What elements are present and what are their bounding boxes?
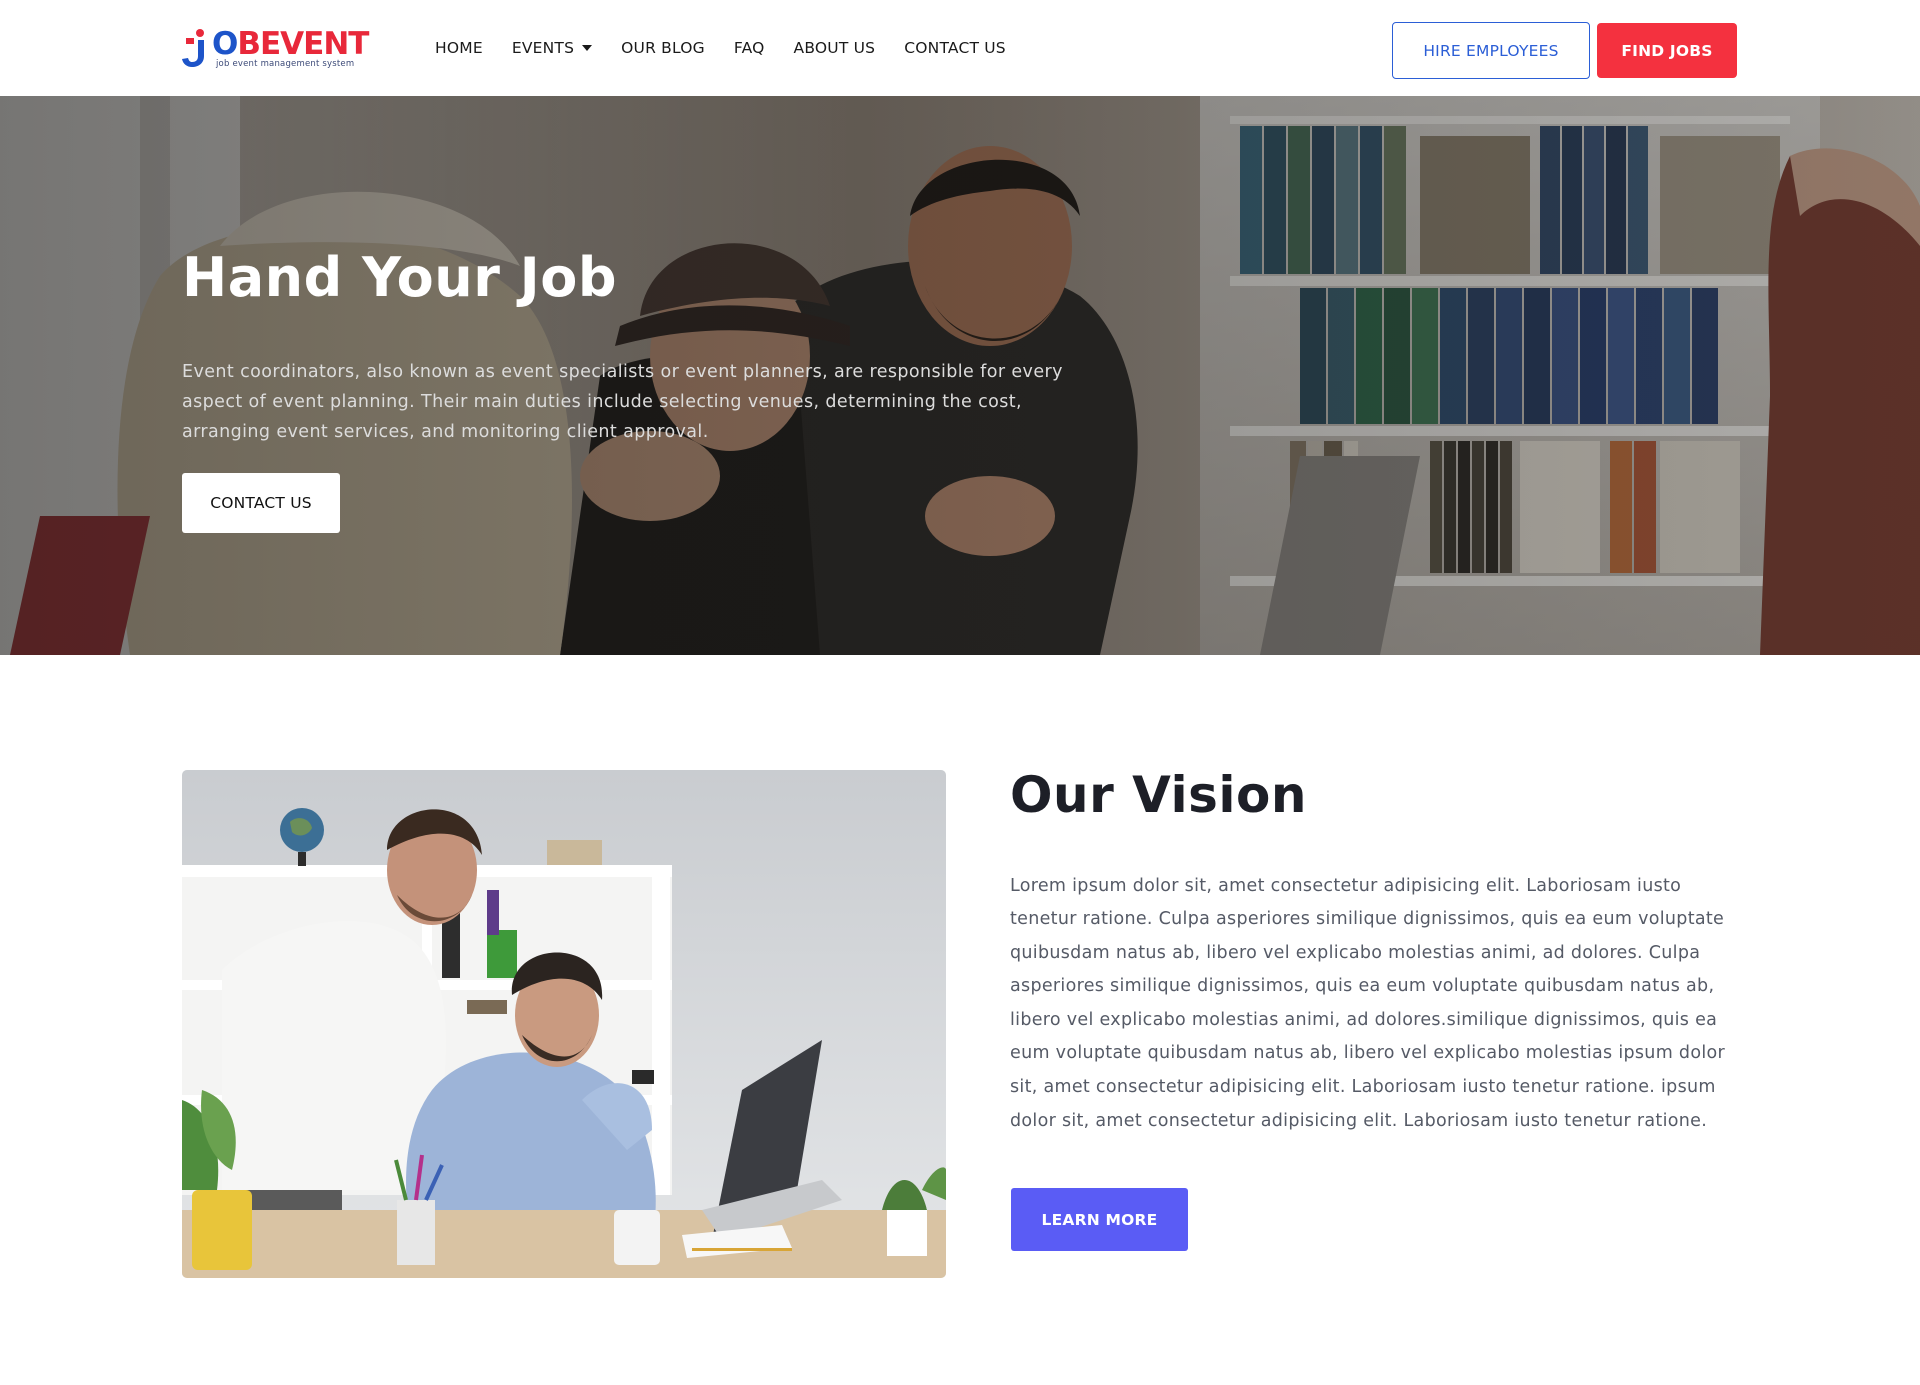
nav-faq-label: FAQ [733, 39, 765, 57]
nav-contact-us[interactable]: CONTACT US [904, 39, 1006, 57]
logo-letter-o: O [212, 26, 238, 62]
nav-events[interactable]: EVENTS [511, 39, 593, 57]
nav-home-label: HOME [435, 39, 483, 57]
hero-section: Hand Your Job Event coordinators, also k… [0, 96, 1920, 655]
nav-our-blog-label: OUR BLOG [621, 39, 705, 57]
hero-title: Hand Your Job [182, 246, 617, 309]
nav-events-label: EVENTS [511, 39, 575, 57]
find-jobs-button[interactable]: FIND JOBS [1597, 23, 1737, 78]
logo-tagline: job event management system [216, 59, 355, 69]
learn-more-button[interactable]: LEARN MORE [1011, 1188, 1188, 1251]
logo-letters-bevent: BEVENT [237, 26, 369, 62]
logo-wordmark: OBEVENT [212, 26, 369, 62]
vision-title: Our Vision [1010, 766, 1307, 824]
nav-our-blog[interactable]: OUR BLOG [621, 39, 705, 57]
hero-description: Event coordinators, also known as event … [182, 361, 1063, 442]
nav-faq[interactable]: FAQ [734, 39, 765, 57]
nav-home[interactable]: HOME [435, 39, 483, 57]
vision-photo-illustration [182, 770, 946, 1278]
logo-person-icon [182, 29, 204, 67]
nav-contact-us-label: CONTACT US [904, 39, 1006, 57]
vision-team-photo [182, 770, 946, 1278]
main-nav: HOME EVENTS OUR BLOG FAQ ABOUT US CONTAC… [435, 0, 1035, 96]
site-logo[interactable]: OBEVENT job event management system [180, 26, 369, 72]
caret-down-icon [582, 45, 593, 51]
nav-about-us[interactable]: ABOUT US [794, 39, 876, 57]
nav-about-us-label: ABOUT US [793, 39, 876, 57]
hero-contact-us-button[interactable]: CONTACT US [182, 473, 340, 533]
hire-employees-button[interactable]: HIRE EMPLOYEES [1392, 22, 1590, 79]
vision-description: Lorem ipsum dolor sit, amet consectetur … [1010, 875, 1725, 1131]
site-header: OBEVENT job event management system HOME… [0, 0, 1920, 96]
